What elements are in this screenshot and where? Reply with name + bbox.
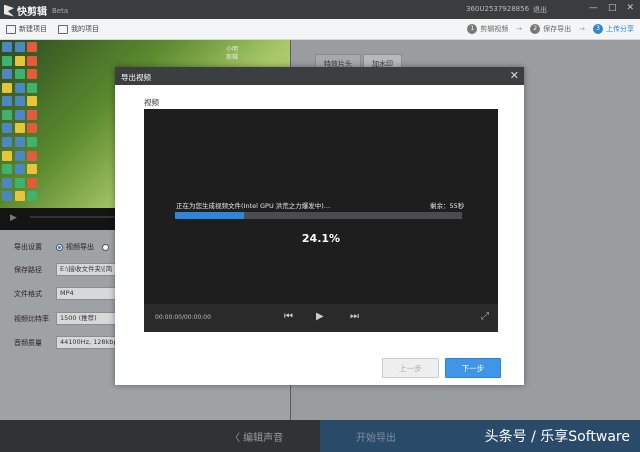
fullscreen-icon[interactable]: ⤢ (481, 311, 489, 322)
step-edit-video: 1 剪辑视频 (467, 24, 508, 34)
export-progress-fill (175, 212, 245, 219)
file-format-select[interactable]: MP4 (56, 287, 116, 300)
step-number: 1 (467, 24, 478, 34)
bitrate-row: 视频比特率 1500 (推荐) (14, 312, 116, 325)
window-controls: — □ ✕ (589, 3, 634, 13)
file-format-row: 文件格式 MP4 (14, 287, 116, 300)
step-number: 3 (593, 24, 603, 34)
step-indicator: 1 剪辑视频 → 2 保存导出 → 3 上传分享 (467, 24, 634, 34)
my-projects-button[interactable]: 我的项目 (58, 24, 99, 34)
step-upload-share: 3 上传分享 (593, 24, 634, 34)
export-video-dialog: 导出视频 ✕ 视频 正在为您生成视频文件(Intel GPU 洪荒之力爆发中).… (115, 67, 524, 385)
folder-icon (58, 24, 68, 34)
my-projects-label: 我的项目 (71, 25, 99, 33)
skip-forward-icon[interactable]: ⏭ (350, 311, 359, 322)
export-settings-label: 导出设置 (14, 243, 42, 251)
player-controls: 00:00:00/00:00:00 ⏮ ▶ ⏭ ⤢ (144, 304, 498, 332)
file-format-label: 文件格式 (14, 289, 42, 298)
section-title: 视频 (144, 98, 159, 107)
audio-quality-select[interactable]: 44100Hz, 128kbp (56, 336, 116, 349)
step-number: 2 (530, 24, 541, 34)
new-project-label: 新建项目 (19, 25, 47, 33)
video-export-label: 视频导出 (66, 243, 94, 251)
skip-back-icon[interactable]: ⏮ (284, 311, 293, 322)
video-export-radio[interactable] (56, 243, 63, 251)
audio-quality-row: 音频质量 44100Hz, 128kbp (14, 336, 116, 349)
bitrate-select[interactable]: 1500 (推荐) (56, 312, 116, 325)
other-export-radio[interactable] (102, 243, 109, 251)
preview-overlay-text: 小明 剪辑 (226, 46, 239, 61)
user-id[interactable]: 360U2537928856 (466, 5, 529, 13)
dialog-header: 导出视频 ✕ (115, 67, 524, 85)
export-progress-bar (175, 212, 462, 219)
arrow-right-icon: → (579, 25, 585, 33)
new-project-button[interactable]: 新建项目 (6, 24, 47, 34)
save-path-label: 保存路径 (14, 265, 42, 274)
progress-percent: 24.1% (301, 232, 341, 245)
maximize-icon[interactable]: □ (608, 3, 617, 13)
playback-time: 00:00:00/00:00:00 (155, 314, 211, 321)
app-logo-icon (4, 4, 14, 17)
video-player: 正在为您生成视频文件(Intel GPU 洪荒之力爆发中)... 剩余：55秒 … (144, 109, 498, 332)
step-label: 剪辑视频 (480, 25, 509, 33)
new-project-icon (6, 24, 16, 34)
watermark-text: 头条号 / 乐享Software (484, 429, 630, 445)
next-step-button[interactable]: 下一步 (445, 358, 501, 378)
close-icon[interactable]: ✕ (510, 69, 519, 82)
bottom-bar: 〈 编辑声音 开始导出 头条号 / 乐享Software (0, 420, 640, 452)
play-icon[interactable]: ▶ (316, 311, 324, 322)
save-path-field[interactable]: E:\接收文件夹\[简 (56, 263, 116, 276)
export-type-row: 导出设置 视频导出 (14, 242, 112, 252)
app-logo: 快剪辑 Beta (4, 3, 68, 18)
app-badge: Beta (52, 6, 69, 15)
previous-step-button[interactable]: 上一步 (382, 358, 439, 378)
step-label: 保存导出 (543, 25, 572, 33)
title-bar: 快剪辑 Beta 360U2537928856 退出 — □ ✕ (0, 0, 640, 19)
play-icon[interactable]: ▶ (10, 213, 17, 223)
logout-link[interactable]: 退出 (533, 5, 547, 15)
minimize-icon[interactable]: — (589, 3, 598, 13)
dialog-title: 导出视频 (121, 73, 151, 82)
step-label: 上传分享 (606, 25, 634, 33)
edit-audio-button[interactable]: 〈 编辑声音 (230, 429, 283, 444)
toolbar: 新建项目 我的项目 1 剪辑视频 → 2 保存导出 → 3 上传分享 (0, 19, 640, 40)
bitrate-label: 视频比特率 (14, 314, 49, 323)
app-name: 快剪辑 (17, 7, 47, 18)
audio-quality-label: 音频质量 (14, 338, 42, 347)
start-export-label: 开始导出 (356, 433, 396, 444)
arrow-right-icon: → (516, 25, 523, 33)
export-status-text: 正在为您生成视频文件(Intel GPU 洪荒之力爆发中)... (176, 202, 331, 210)
desktop-icons (0, 40, 40, 205)
remaining-time: 剩余：55秒 (430, 202, 465, 210)
save-path-row: 保存路径 E:\接收文件夹\[简 (14, 263, 116, 276)
step-save-export: 2 保存导出 (530, 24, 571, 34)
close-icon[interactable]: ✕ (626, 3, 634, 13)
